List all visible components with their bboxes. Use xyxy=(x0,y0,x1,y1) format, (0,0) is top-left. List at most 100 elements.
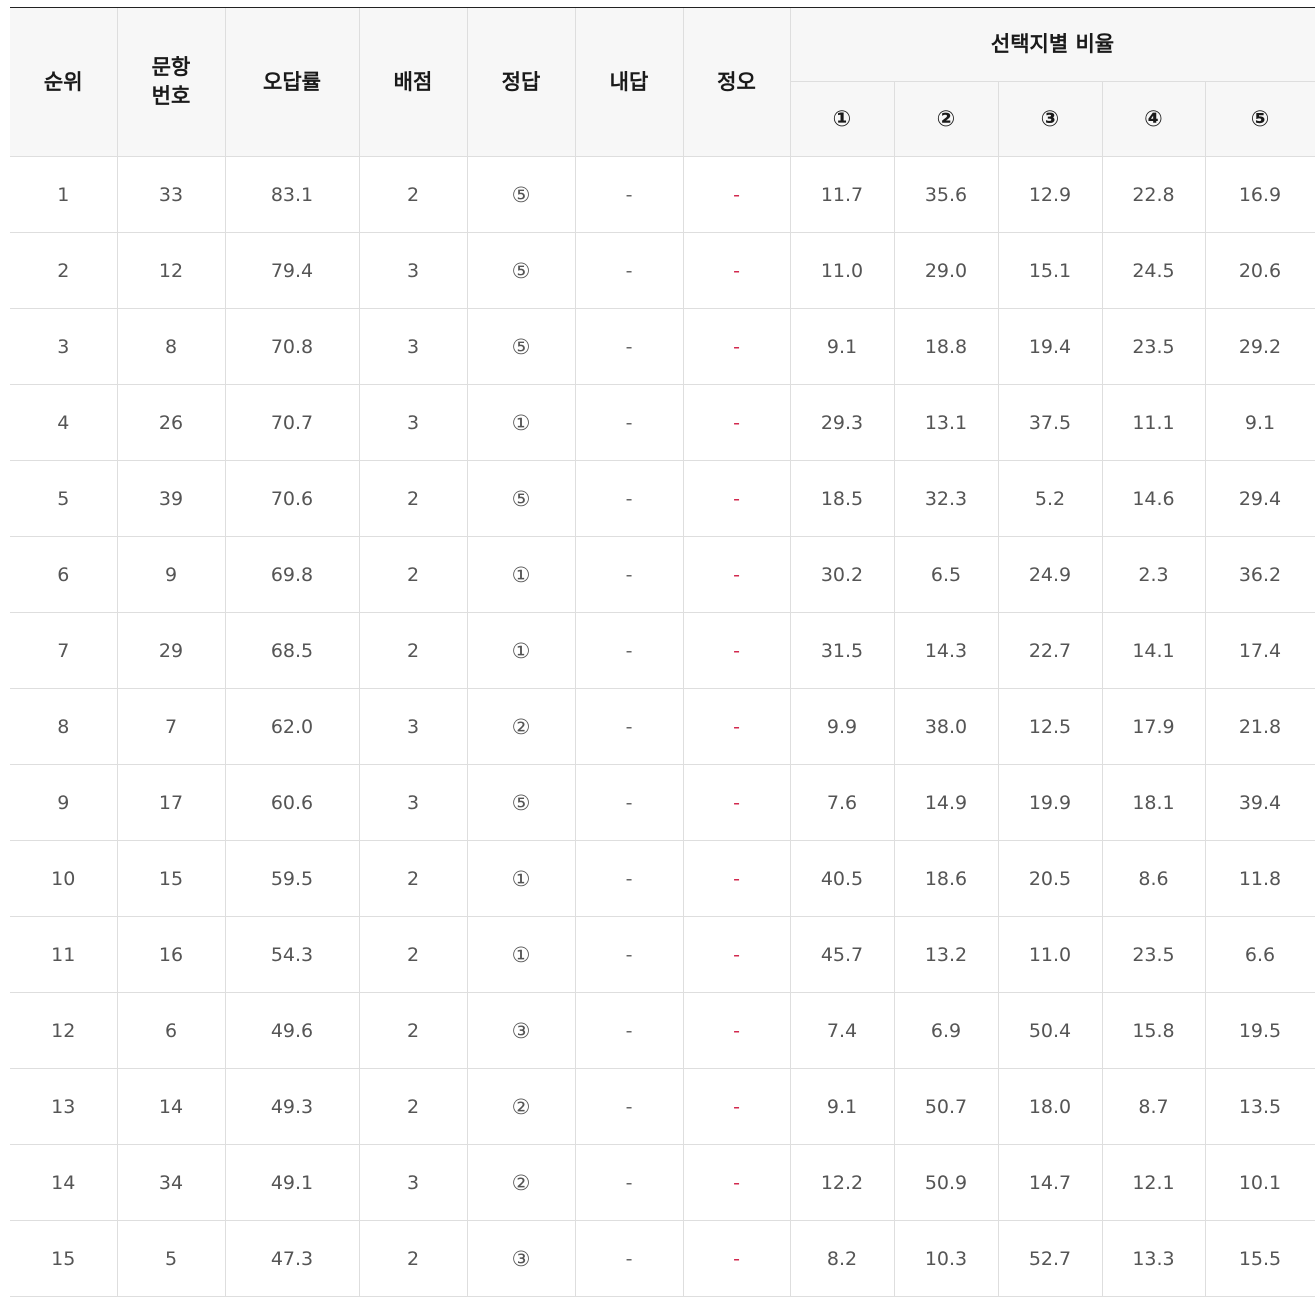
cell-choice-3-ratio: 18.0 xyxy=(997,1068,1103,1145)
table-row: 12 6 49.6 2 ③ - -7.4 6.9 50.4 15.8 19.5 xyxy=(10,992,1315,1069)
cell-my-answer: - xyxy=(574,1068,684,1145)
cell-my-answer: - xyxy=(574,916,684,993)
cell-choice-2-ratio: 32.3 xyxy=(893,460,999,537)
cell-choice-3-ratio: 37.5 xyxy=(997,384,1103,461)
table-row: 14 34 49.1 3 ② - -12.2 50.9 14.7 12.1 10.1 xyxy=(10,1144,1315,1221)
cell-item-no: 9 xyxy=(116,536,226,613)
cell-points: 3 xyxy=(358,384,468,461)
cell-choice-4-ratio: 12.1 xyxy=(1101,1144,1206,1221)
cell-choice-5-ratio: 20.6 xyxy=(1204,232,1315,309)
cell-choice-5-ratio: 9.1 xyxy=(1204,384,1315,461)
cell-points: 2 xyxy=(358,536,468,613)
cell-choice-3-ratio: 20.5 xyxy=(997,840,1103,917)
cell-answer: ⑤ xyxy=(466,308,576,385)
cell-answer: ⑤ xyxy=(466,156,576,233)
cell-answer: ① xyxy=(466,916,576,993)
cell-rank: 2 xyxy=(10,232,118,309)
cell-choice-2-ratio: 14.3 xyxy=(893,612,999,689)
cell-rank: 7 xyxy=(10,612,118,689)
cell-error-rate: 79.4 xyxy=(224,232,360,309)
table-row: 2 12 79.4 3 ⑤ - -11.0 29.0 15.1 24.5 20.6 xyxy=(10,232,1315,309)
header-item-no-line2: 번호 xyxy=(151,84,191,108)
cell-my-answer: - xyxy=(574,840,684,917)
cell-points: 2 xyxy=(358,1068,468,1145)
error-rate-table-container: 순위 문항 번호 오답률 배점 정답 내답 정오 선택지별 비율 ① ② ③ ④… xyxy=(10,7,1315,1297)
cell-points: 2 xyxy=(358,460,468,537)
cell-ox: - xyxy=(682,384,791,461)
cell-item-no: 34 xyxy=(116,1144,226,1221)
cell-answer: ② xyxy=(466,1068,576,1145)
cell-my-answer: - xyxy=(574,308,684,385)
cell-ox: - xyxy=(682,764,791,841)
cell-item-no: 33 xyxy=(116,156,226,233)
cell-choice-2-ratio: 13.2 xyxy=(893,916,999,993)
cell-choice-5-ratio: 6.6 xyxy=(1204,916,1315,993)
cell-choice-2-ratio: 50.7 xyxy=(893,1068,999,1145)
cell-rank: 5 xyxy=(10,460,118,537)
cell-choice-3-ratio: 5.2 xyxy=(997,460,1103,537)
cell-choice-1-ratio: 45.7 xyxy=(789,916,895,993)
cell-my-answer: - xyxy=(574,688,684,765)
cell-error-rate: 70.8 xyxy=(224,308,360,385)
cell-ox: - xyxy=(682,308,791,385)
cell-my-answer: - xyxy=(574,232,684,309)
cell-choice-1-ratio: 31.5 xyxy=(789,612,895,689)
cell-item-no: 17 xyxy=(116,764,226,841)
header-item-no: 문항 번호 xyxy=(116,8,226,157)
cell-points: 2 xyxy=(358,1220,468,1297)
cell-item-no: 15 xyxy=(116,840,226,917)
cell-answer: ③ xyxy=(466,1220,576,1297)
cell-choice-2-ratio: 38.0 xyxy=(893,688,999,765)
cell-choice-5-ratio: 10.1 xyxy=(1204,1144,1315,1221)
cell-choice-3-ratio: 12.5 xyxy=(997,688,1103,765)
cell-choice-4-ratio: 8.6 xyxy=(1101,840,1206,917)
cell-error-rate: 49.6 xyxy=(224,992,360,1069)
table-row: 7 29 68.5 2 ① - -31.5 14.3 22.7 14.1 17.4 xyxy=(10,612,1315,689)
cell-rank: 4 xyxy=(10,384,118,461)
cell-item-no: 14 xyxy=(116,1068,226,1145)
cell-ox: - xyxy=(682,840,791,917)
cell-points: 2 xyxy=(358,992,468,1069)
cell-choice-4-ratio: 2.3 xyxy=(1101,536,1206,613)
cell-choice-4-ratio: 24.5 xyxy=(1101,232,1206,309)
cell-rank: 14 xyxy=(10,1144,118,1221)
cell-choice-5-ratio: 39.4 xyxy=(1204,764,1315,841)
cell-my-answer: - xyxy=(574,1220,684,1297)
cell-item-no: 39 xyxy=(116,460,226,537)
cell-answer: ⑤ xyxy=(466,460,576,537)
cell-choice-5-ratio: 16.9 xyxy=(1204,156,1315,233)
cell-rank: 9 xyxy=(10,764,118,841)
cell-points: 2 xyxy=(358,612,468,689)
cell-choice-4-ratio: 14.6 xyxy=(1101,460,1206,537)
cell-choice-5-ratio: 36.2 xyxy=(1204,536,1315,613)
cell-choice-4-ratio: 8.7 xyxy=(1101,1068,1206,1145)
cell-choice-5-ratio: 21.8 xyxy=(1204,688,1315,765)
cell-choice-2-ratio: 18.6 xyxy=(893,840,999,917)
cell-answer: ② xyxy=(466,688,576,765)
header-answer: 정답 xyxy=(466,8,576,157)
cell-choice-3-ratio: 14.7 xyxy=(997,1144,1103,1221)
header-ox: 정오 xyxy=(682,8,791,157)
cell-item-no: 12 xyxy=(116,232,226,309)
cell-choice-2-ratio: 6.5 xyxy=(893,536,999,613)
cell-choice-4-ratio: 23.5 xyxy=(1101,916,1206,993)
cell-my-answer: - xyxy=(574,764,684,841)
table-row: 13 14 49.3 2 ② - -9.1 50.7 18.0 8.7 13.5 xyxy=(10,1068,1315,1145)
cell-choice-4-ratio: 14.1 xyxy=(1101,612,1206,689)
cell-answer: ② xyxy=(466,1144,576,1221)
header-choice-4: ④ xyxy=(1101,81,1206,157)
cell-rank: 8 xyxy=(10,688,118,765)
cell-choice-2-ratio: 29.0 xyxy=(893,232,999,309)
header-my-answer: 내답 xyxy=(574,8,684,157)
cell-choice-1-ratio: 7.6 xyxy=(789,764,895,841)
cell-choice-3-ratio: 19.4 xyxy=(997,308,1103,385)
cell-rank: 10 xyxy=(10,840,118,917)
cell-points: 3 xyxy=(358,1144,468,1221)
cell-answer: ⑤ xyxy=(466,232,576,309)
cell-rank: 1 xyxy=(10,156,118,233)
table-row: 15 5 47.3 2 ③ - -8.2 10.3 52.7 13.3 15.5 xyxy=(10,1220,1315,1297)
cell-choice-4-ratio: 17.9 xyxy=(1101,688,1206,765)
table-row: 5 39 70.6 2 ⑤ - -18.5 32.3 5.2 14.6 29.4 xyxy=(10,460,1315,537)
error-rate-table: 순위 문항 번호 오답률 배점 정답 내답 정오 선택지별 비율 ① ② ③ ④… xyxy=(10,8,1315,1297)
cell-my-answer: - xyxy=(574,156,684,233)
